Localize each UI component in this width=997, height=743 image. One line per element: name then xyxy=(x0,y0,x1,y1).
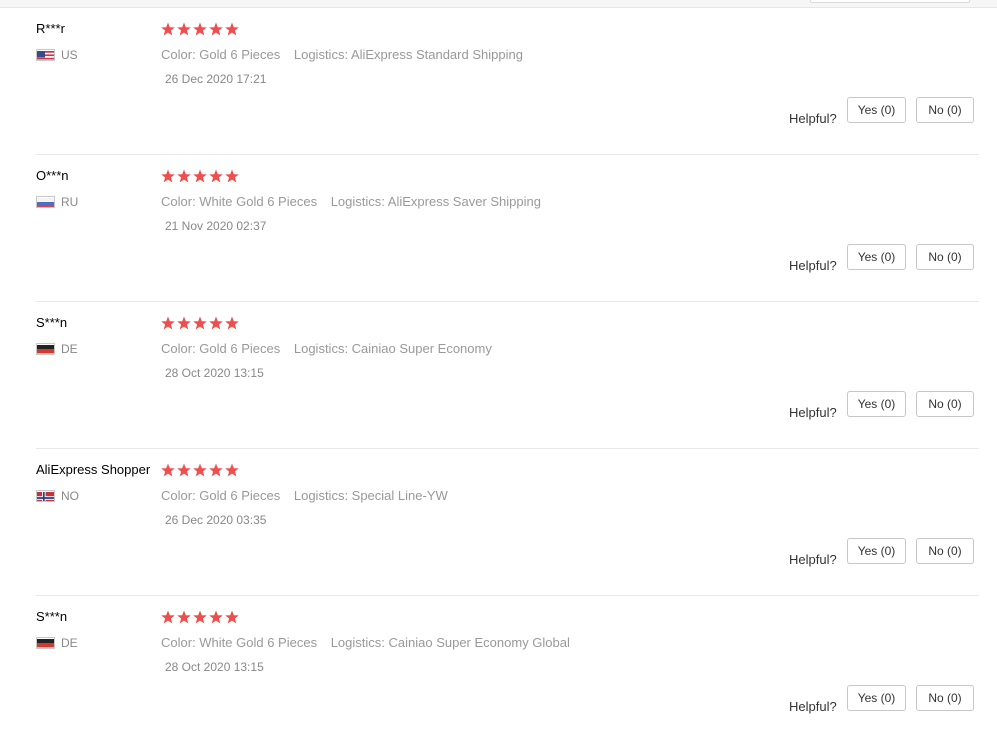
star-rating xyxy=(161,610,241,628)
ru-flag-icon xyxy=(36,196,55,208)
top-bar xyxy=(0,0,997,8)
color-info: Color: White Gold 6 Pieces xyxy=(161,194,318,209)
helpful-label: Helpful? xyxy=(789,552,837,567)
country-code: RU xyxy=(61,195,79,209)
five-stars-icon xyxy=(161,169,239,183)
review-item: S***n DE Color: Gold 6 Pieces Logistics:… xyxy=(36,302,979,449)
reviewer-name: S***n xyxy=(36,609,68,624)
helpful-yes-button[interactable]: Yes (0) xyxy=(847,685,906,711)
country-code: DE xyxy=(61,342,78,356)
helpful-no-button[interactable]: No (0) xyxy=(916,538,974,564)
helpful-yes-button[interactable]: Yes (0) xyxy=(847,244,906,270)
helpful-no-button[interactable]: No (0) xyxy=(916,97,974,123)
five-stars-icon xyxy=(161,316,239,330)
review-date: 21 Nov 2020 02:37 xyxy=(165,219,267,233)
five-stars-icon xyxy=(161,610,239,624)
logistics-info: Logistics: Cainiao Super Economy Global xyxy=(330,635,570,650)
logistics-info: Logistics: AliExpress Saver Shipping xyxy=(330,194,541,209)
logistics-info: Logistics: Cainiao Super Economy xyxy=(293,341,492,356)
review-item: R***r US Color: Gold 6 Pieces Logistics:… xyxy=(36,8,979,155)
order-info: Color: White Gold 6 Pieces Logistics: Ca… xyxy=(161,635,570,650)
helpful-no-button[interactable]: No (0) xyxy=(916,685,974,711)
order-info: Color: White Gold 6 Pieces Logistics: Al… xyxy=(161,194,541,209)
order-info: Color: Gold 6 Pieces Logistics: Cainiao … xyxy=(161,341,492,356)
review-date: 26 Dec 2020 03:35 xyxy=(165,513,267,527)
country-code: NO xyxy=(61,489,79,503)
star-rating xyxy=(161,463,241,481)
star-rating xyxy=(161,169,241,187)
us-flag-icon xyxy=(36,49,55,61)
de-flag-icon xyxy=(36,637,55,649)
review-item: O***n RU Color: White Gold 6 Pieces Logi… xyxy=(36,155,979,302)
color-info: Color: White Gold 6 Pieces xyxy=(161,635,318,650)
reviewer-name: R***r xyxy=(36,21,65,36)
sort-select[interactable] xyxy=(810,0,970,3)
reviewer-name: O***n xyxy=(36,168,69,183)
helpful-no-button[interactable]: No (0) xyxy=(916,391,974,417)
color-info: Color: Gold 6 Pieces xyxy=(161,488,281,503)
color-info: Color: Gold 6 Pieces xyxy=(161,47,281,62)
reviewer-name: AliExpress Shopper xyxy=(36,462,151,477)
helpful-label: Helpful? xyxy=(789,111,837,126)
helpful-yes-button[interactable]: Yes (0) xyxy=(847,391,906,417)
review-date: 28 Oct 2020 13:15 xyxy=(165,660,264,674)
logistics-info: Logistics: AliExpress Standard Shipping xyxy=(293,47,523,62)
reviewer-name: S***n xyxy=(36,315,68,330)
helpful-label: Helpful? xyxy=(789,699,837,714)
color-info: Color: Gold 6 Pieces xyxy=(161,341,281,356)
review-item: S***n DE Color: White Gold 6 Pieces Logi… xyxy=(36,596,979,743)
country-code: DE xyxy=(61,636,78,650)
no-flag-icon xyxy=(36,490,55,502)
helpful-yes-button[interactable]: Yes (0) xyxy=(847,538,906,564)
review-date: 26 Dec 2020 17:21 xyxy=(165,72,267,86)
helpful-label: Helpful? xyxy=(789,258,837,273)
country-code: US xyxy=(61,48,78,62)
order-info: Color: Gold 6 Pieces Logistics: Special … xyxy=(161,488,448,503)
review-date: 28 Oct 2020 13:15 xyxy=(165,366,264,380)
star-rating xyxy=(161,22,241,40)
review-item: AliExpress Shopper NO Color: Gold 6 Piec… xyxy=(36,449,979,596)
helpful-no-button[interactable]: No (0) xyxy=(916,244,974,270)
five-stars-icon xyxy=(161,463,239,477)
helpful-label: Helpful? xyxy=(789,405,837,420)
helpful-yes-button[interactable]: Yes (0) xyxy=(847,97,906,123)
five-stars-icon xyxy=(161,22,239,36)
star-rating xyxy=(161,316,241,334)
order-info: Color: Gold 6 Pieces Logistics: AliExpre… xyxy=(161,47,523,62)
logistics-info: Logistics: Special Line-YW xyxy=(293,488,448,503)
de-flag-icon xyxy=(36,343,55,355)
